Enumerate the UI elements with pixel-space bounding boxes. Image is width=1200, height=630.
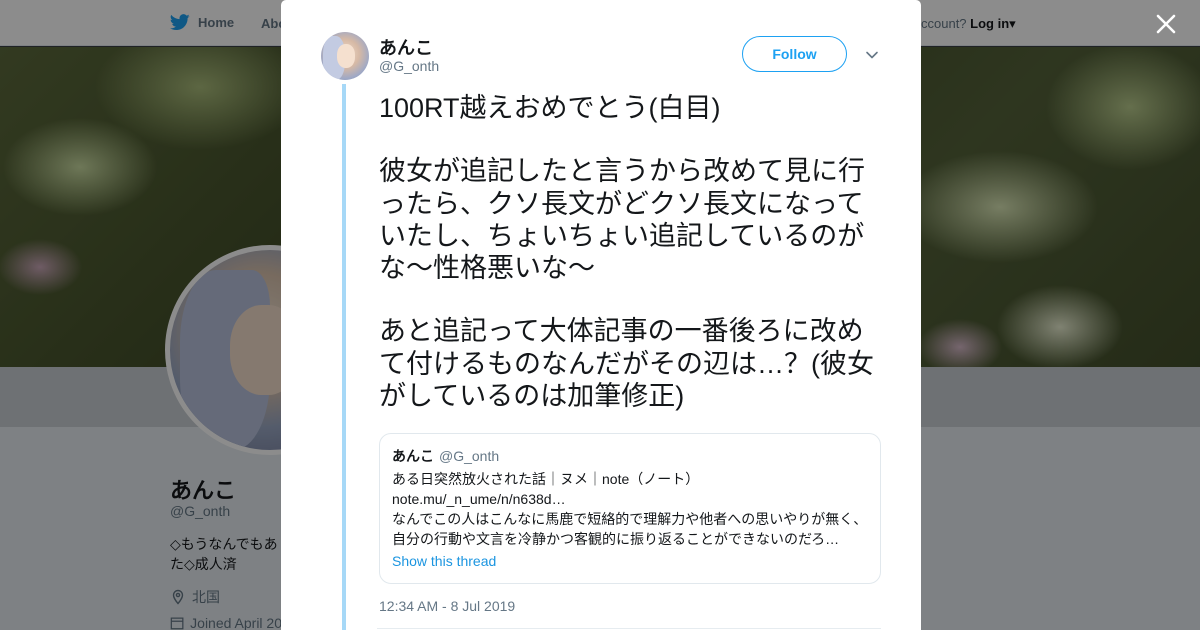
chevron-down-icon[interactable] [864,47,880,63]
follow-button[interactable]: Follow [742,36,847,72]
quoted-tweet-line: ある日突然放火された話｜ヌメ｜note（ノート） [392,471,700,487]
divider [377,628,881,629]
thread-connector-line [342,84,346,630]
tweet-timestamp[interactable]: 12:34 AM - 8 Jul 2019 [379,598,515,614]
tweet-paragraph: 100RT越えおめでとう(白目) [379,93,721,123]
tweet-author-handle[interactable]: @G_onth [379,58,439,74]
close-icon[interactable] [1152,10,1180,38]
tweet-paragraph: あと追記って大体記事の一番後ろに改めて付けるものなんだがその辺は…？(彼女がして… [379,316,874,412]
tweet-author-avatar[interactable] [321,32,369,80]
quoted-author-name: あんこ [392,448,434,464]
tweet-author-name[interactable]: あんこ [379,34,433,60]
quoted-tweet-line: 自分の行動や文言を冷静かつ客観的に振り返ることができないのだろ… [392,531,840,547]
show-thread-link[interactable]: Show this thread [392,553,868,569]
quoted-tweet-line: なんでこの人はこんなに馬鹿で短絡的で理解力や他者への思いやりが無く、 [392,511,868,527]
quoted-tweet-body: ある日突然放火された話｜ヌメ｜note（ノート） note.mu/_n_ume/… [392,469,868,549]
quoted-author-handle: @G_onth [439,448,500,464]
quoted-tweet-line: note.mu/_n_ume/n/n638d… [392,491,566,507]
tweet-paragraph: 彼女が追記したと言うから改めて見に行ったら、クソ長文がどクソ長文になっていたし、… [379,156,865,284]
quoted-tweet-header: あんこ @G_onth [392,446,868,466]
quoted-tweet-card[interactable]: あんこ @G_onth ある日突然放火された話｜ヌメ｜note（ノート） not… [379,433,881,584]
tweet-modal: あんこ @G_onth Follow 100RT越えおめでとう(白目) 彼女が追… [281,0,921,630]
tweet-text: 100RT越えおめでとう(白目) 彼女が追記したと言うから改めて見に行ったら、ク… [379,92,884,412]
